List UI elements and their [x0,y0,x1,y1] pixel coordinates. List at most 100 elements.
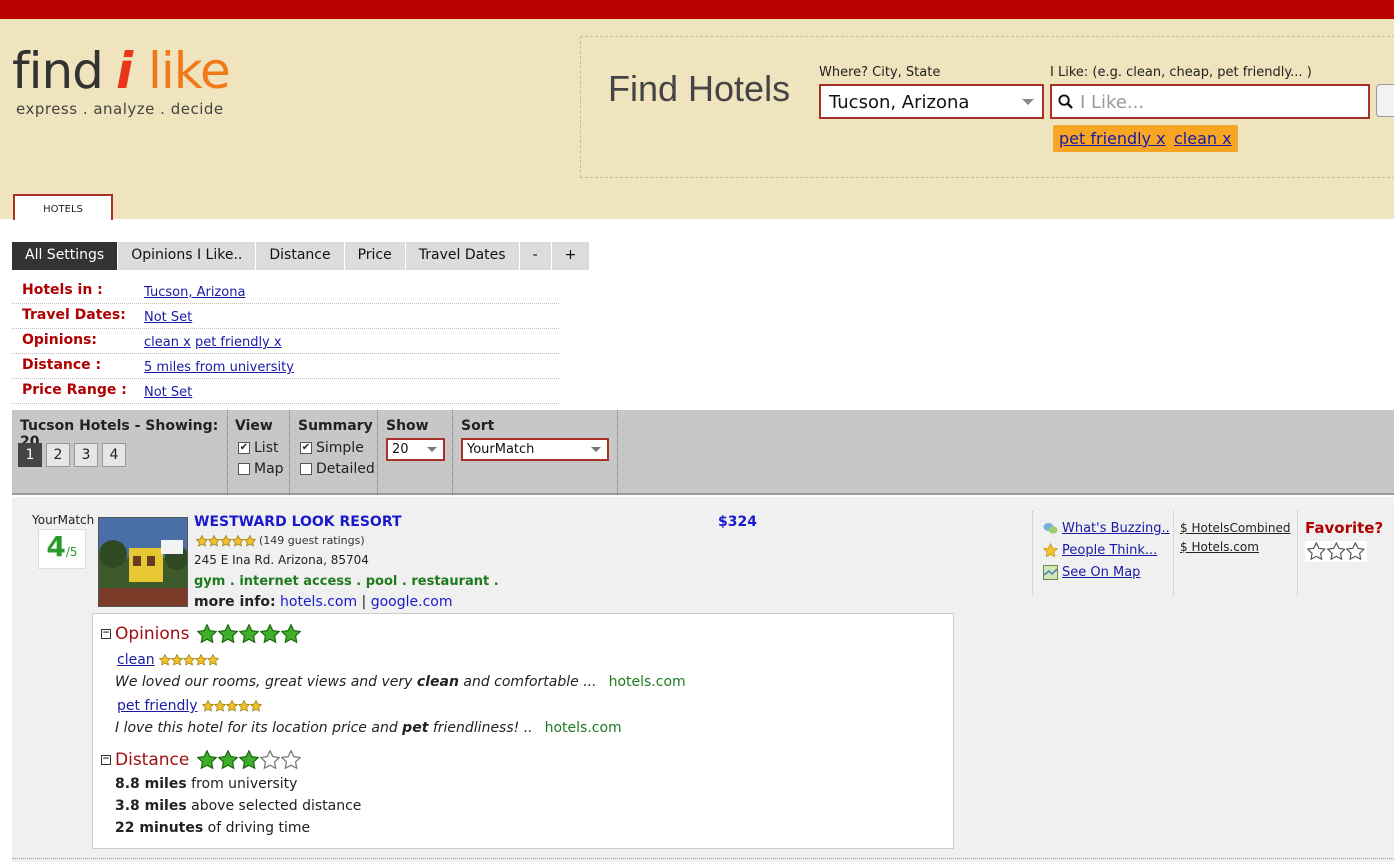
like-input[interactable]: I Like... [1050,84,1370,119]
tag-clean[interactable]: clean x [1168,125,1238,152]
star-filled-icon [196,534,208,547]
summary-detailed-checkbox[interactable]: Detailed [300,461,375,477]
city-select[interactable]: Tucson, Arizona [819,84,1044,119]
tab-price[interactable]: Price [344,242,406,270]
opinions-title: Opinions [115,624,190,644]
view-map-checkbox[interactable]: Map [238,461,284,477]
logo[interactable]: find i like express . analyze . decide [12,46,242,126]
star-filled-icon [201,700,214,712]
summary-label: Summary [298,418,373,434]
guest-rating: (149 guest ratings) [196,534,365,547]
setting-value-distance[interactable]: 5 miles from university [144,360,294,375]
sort-segment: Sort YourMatch [453,410,618,495]
setting-value-travel-dates[interactable]: Not Set [144,310,192,325]
tab-expand[interactable]: + [551,242,591,270]
hotelscombined-link[interactable]: $ HotelsCombined [1180,519,1290,538]
page-1-button[interactable]: 1 [18,443,42,467]
tab-opinions[interactable]: Opinions I Like.. [118,242,257,270]
star-filled-icon [260,624,281,644]
hotel-address: 245 E Ina Rd. Arizona, 85704 [194,553,369,567]
tab-hotels[interactable]: HOTELS [13,194,113,220]
map-icon [1043,565,1058,580]
tab-distance[interactable]: Distance [256,242,345,270]
checkbox-icon [300,463,312,475]
hotel-price: $324 [718,514,757,530]
star-filled-icon [239,750,260,770]
checkbox-checked-icon: ✔ [300,442,312,454]
opinion-clean-link[interactable]: clean x [144,335,191,350]
guest-rating-count: (149 guest ratings) [259,534,365,547]
people-think-link[interactable]: People Think... [1043,543,1157,558]
page-3-button[interactable]: 3 [74,443,98,467]
page-2-button[interactable]: 2 [46,443,70,467]
whats-buzzing-link[interactable]: What's Buzzing.. [1043,521,1170,536]
distance-line: 22 minutes of driving time [115,820,310,836]
setting-value-price-range[interactable]: Not Set [144,385,192,400]
setting-label: Opinions: [22,332,98,348]
search-button[interactable] [1376,84,1394,117]
tag-pet-friendly[interactable]: pet friendly x [1053,125,1172,152]
summary-simple-label: Simple [316,440,364,456]
hotel-side-links: What's Buzzing.. People Think... See On … [1032,511,1174,596]
yourmatch-score: 4/5 [38,529,86,569]
logo-find: find [12,42,104,100]
opinion-pet-friendly-link[interactable]: pet friendly x [195,335,282,350]
collapse-icon[interactable]: − [101,629,111,639]
distance-section-header[interactable]: − Distance [101,750,302,770]
chevron-down-icon [591,447,601,452]
hotel-name-link[interactable]: WESTWARD LOOK RESORT [194,514,402,530]
star-empty-icon [1307,542,1326,561]
logo-tagline: express . analyze . decide [16,100,224,118]
star-filled-icon [206,654,219,666]
hotel-thumbnail[interactable] [98,517,188,607]
setting-row-travel-dates: Travel Dates: Not Set [12,304,559,329]
star-half-icon [244,534,256,547]
distance-title: Distance [115,750,190,770]
star-empty-icon [260,750,281,770]
sort-select[interactable]: YourMatch [461,438,609,461]
setting-row-price-range: Price Range : Not Set [12,379,559,404]
more-info-google-link[interactable]: google.com [371,594,453,610]
whats-buzzing-label: What's Buzzing.. [1062,521,1170,536]
star-filled-icon [218,624,239,644]
show-count-select[interactable]: 20 [386,438,445,461]
sort-value: YourMatch [467,442,535,457]
show-segment: Show 20 [378,410,453,495]
opinion-clean-stars [158,654,219,666]
summary-simple-checkbox[interactable]: ✔ Simple [300,440,364,456]
quote-text: friendliness! .. [428,720,533,736]
tab-all-settings[interactable]: All Settings [12,242,119,270]
star-filled-icon [197,750,218,770]
distance-text: above selected distance [186,798,362,814]
chat-bubbles-icon [1043,523,1058,534]
yourmatch-label: YourMatch [32,513,95,527]
opinion-clean-term[interactable]: clean [117,652,155,668]
star-empty-icon [1326,542,1346,561]
more-info-hotels-link[interactable]: hotels.com [280,594,357,610]
opinion-pet-friendly-term[interactable]: pet friendly [117,698,198,714]
tab-collapse[interactable]: - [519,242,552,270]
hotels-com-link[interactable]: $ Hotels.com [1180,538,1290,557]
price-links: $ HotelsCombined $ Hotels.com [1180,519,1290,557]
setting-label: Price Range : [22,382,127,398]
page-4-button[interactable]: 4 [102,443,126,467]
tag-pet-friendly-label[interactable]: pet friendly x [1059,129,1166,148]
favorite-stars[interactable] [1305,541,1367,562]
settings-list: Hotels in : Tucson, Arizona Travel Dates… [12,279,559,404]
see-on-map-link[interactable]: See On Map [1043,565,1140,580]
collapse-icon[interactable]: − [101,755,111,765]
star-filled-icon [232,534,244,547]
more-info-label: more info: [194,594,276,610]
setting-value-location[interactable]: Tucson, Arizona [144,285,245,300]
star-filled-icon [281,624,302,644]
view-list-checkbox[interactable]: ✔ List [238,440,278,456]
show-count-value: 20 [392,442,409,457]
opinions-section-header[interactable]: − Opinions [101,624,302,644]
view-map-label: Map [254,461,284,477]
tab-travel-dates[interactable]: Travel Dates [405,242,520,270]
tag-clean-label[interactable]: clean x [1174,129,1232,148]
distance-value: 3.8 miles [115,798,187,814]
yourmatch-score-value: 4 [46,530,66,563]
quote-keyword: clean [416,674,459,690]
see-on-map-label: See On Map [1062,565,1141,580]
